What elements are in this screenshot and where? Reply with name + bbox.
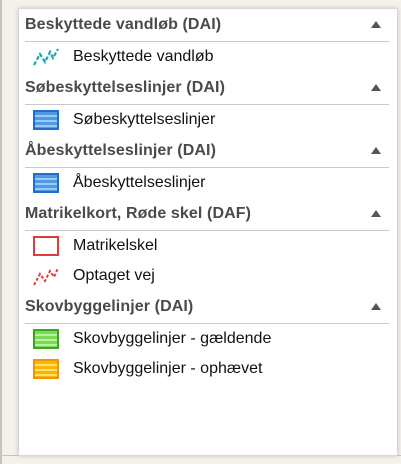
collapse-caret-icon[interactable] [371, 210, 381, 217]
collapse-caret-icon[interactable] [371, 303, 381, 310]
legend-item-label: Matrikelskel [73, 237, 158, 254]
legend-item: Beskyttede vandløb [19, 42, 397, 72]
collapse-caret-icon[interactable] [371, 147, 381, 154]
green-striped-swatch-icon [33, 329, 59, 349]
red-dashed-zigzag-icon [33, 266, 59, 286]
section-title: Søbeskyttelseslinjer (DAI) [25, 79, 225, 96]
section-header[interactable]: Skovbyggelinjer (DAI) [25, 291, 389, 324]
collapse-caret-icon[interactable] [371, 84, 381, 91]
red-outline-swatch-icon [33, 236, 59, 256]
legend-item: Matrikelskel [19, 231, 397, 261]
section-header[interactable]: Søbeskyttelseslinjer (DAI) [25, 72, 389, 105]
legend-item-label: Skovbyggelinjer - gældende [73, 330, 272, 347]
legend-item-label: Søbeskyttelseslinjer [73, 111, 216, 128]
section-header[interactable]: Beskyttede vandløb (DAI) [25, 9, 389, 42]
section-title: Beskyttede vandløb (DAI) [25, 16, 222, 33]
legend-item: Skovbyggelinjer - gældende [19, 324, 397, 354]
legend-section-beskyttede-vandlob: Beskyttede vandløb (DAI) Beskyttede vand… [19, 9, 397, 72]
orange-striped-swatch-icon [33, 359, 59, 379]
legend-section-skovbyggelinjer: Skovbyggelinjer (DAI) Skovbyggelinjer - … [19, 291, 397, 384]
legend-section-abeskyttelseslinjer: Åbeskyttelseslinjer (DAI) Åbeskyttelsesl… [19, 135, 397, 198]
legend-section-sobeskyttelseslinjer: Søbeskyttelseslinjer (DAI) Søbeskyttelse… [19, 72, 397, 135]
legend-item-label: Beskyttede vandløb [73, 48, 214, 65]
collapse-caret-icon[interactable] [371, 21, 381, 28]
section-header[interactable]: Matrikelkort, Røde skel (DAF) [25, 198, 389, 231]
section-title: Matrikelkort, Røde skel (DAF) [25, 205, 252, 222]
legend-item: Søbeskyttelseslinjer [19, 105, 397, 135]
legend-item-label: Åbeskyttelseslinjer [73, 174, 206, 191]
legend-item: Skovbyggelinjer - ophævet [19, 354, 397, 384]
section-title: Skovbyggelinjer (DAI) [25, 298, 194, 315]
legend-panel: Beskyttede vandløb (DAI) Beskyttede vand… [18, 8, 398, 456]
legend-item-label: Optaget vej [73, 267, 155, 284]
section-header[interactable]: Åbeskyttelseslinjer (DAI) [25, 135, 389, 168]
section-title: Åbeskyttelseslinjer (DAI) [25, 142, 217, 159]
legend-item-label: Skovbyggelinjer - ophævet [73, 360, 263, 377]
legend-section-matrikelkort: Matrikelkort, Røde skel (DAF) Matrikelsk… [19, 198, 397, 291]
legend-item: Optaget vej [19, 261, 397, 291]
teal-zigzag-line-icon [33, 47, 59, 67]
blue-striped-swatch-icon [33, 110, 59, 130]
blue-striped-swatch-icon [33, 173, 59, 193]
legend-item: Åbeskyttelseslinjer [19, 168, 397, 198]
